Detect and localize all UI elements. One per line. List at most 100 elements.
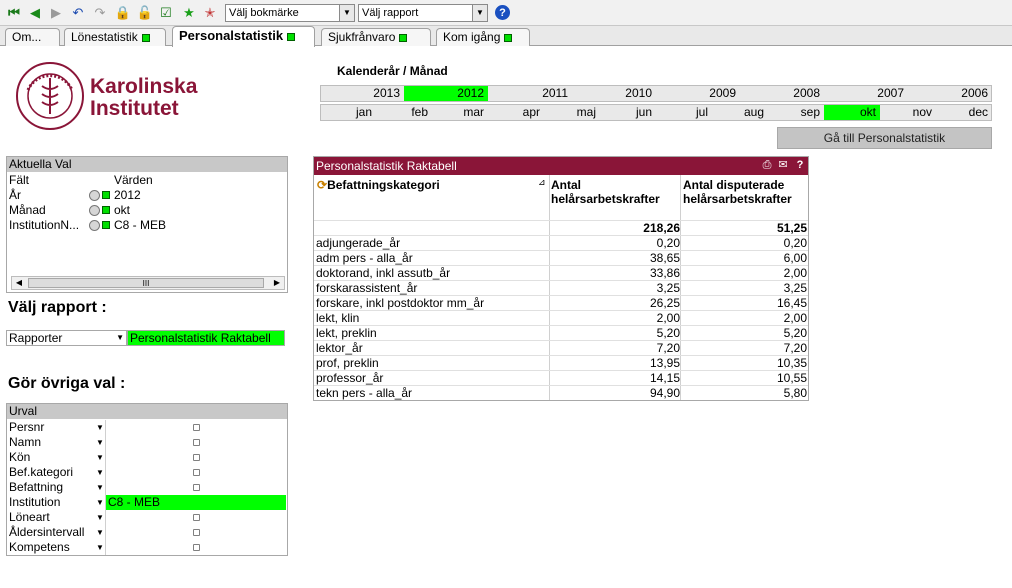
- month-cell[interactable]: maj: [544, 105, 600, 120]
- clear-selection-icon[interactable]: [89, 220, 100, 231]
- tab-sjukfranvaro[interactable]: Sjukfrånvaro: [321, 28, 431, 46]
- dropdown-arrow-icon[interactable]: ▼: [96, 465, 104, 480]
- month-cell[interactable]: mar: [432, 105, 488, 120]
- redo-icon[interactable]: ↷: [92, 5, 108, 21]
- undo-icon[interactable]: ↶: [70, 5, 86, 21]
- dropdown-arrow-icon[interactable]: ▼: [96, 450, 104, 465]
- filter-checkbox[interactable]: [193, 424, 200, 431]
- dropdown-arrow-icon[interactable]: ▼: [96, 495, 104, 510]
- year-cell[interactable]: 2009: [656, 86, 740, 101]
- clear-selection-icon[interactable]: [89, 205, 100, 216]
- dropdown-arrow-icon[interactable]: ▼: [96, 420, 104, 435]
- tab-om[interactable]: Om...: [5, 28, 60, 46]
- filter-checkbox[interactable]: [193, 514, 200, 521]
- filter-row[interactable]: Löneart ▼: [7, 510, 287, 525]
- col-befattningskategori-header[interactable]: ⟳Befattningskategori: [317, 178, 440, 192]
- tab-personalstatistik[interactable]: Personalstatistik: [172, 26, 315, 47]
- year-cell[interactable]: 2007: [824, 86, 908, 101]
- tab-kom-igang[interactable]: Kom igång: [436, 28, 530, 46]
- first-page-icon[interactable]: ⏮: [6, 5, 22, 21]
- goto-personalstatistik-button[interactable]: Gå till Personalstatistik: [777, 127, 992, 149]
- month-cell[interactable]: okt: [824, 105, 880, 120]
- year-cell[interactable]: 2006: [908, 86, 992, 101]
- unlock-icon[interactable]: 🔓: [137, 5, 153, 21]
- table-row[interactable]: lektor_år 7,20 7,20: [314, 340, 808, 355]
- month-cell[interactable]: nov: [880, 105, 936, 120]
- year-cell[interactable]: 2013: [320, 86, 404, 101]
- sort-icon[interactable]: ⊿: [538, 177, 546, 188]
- cycle-icon[interactable]: ⟳: [317, 178, 327, 192]
- lock-icon[interactable]: 🔒: [115, 5, 131, 21]
- help-icon[interactable]: ?: [495, 5, 510, 20]
- horizontal-scrollbar[interactable]: ◀ III ▶: [11, 276, 285, 290]
- month-cell[interactable]: sep: [768, 105, 824, 120]
- table-row[interactable]: professor_år 14,15 10,55: [314, 370, 808, 385]
- filter-label: Kompetens: [9, 540, 70, 554]
- month-cell[interactable]: jun: [600, 105, 656, 120]
- month-cell[interactable]: jul: [656, 105, 712, 120]
- year-cell[interactable]: 2011: [488, 86, 572, 101]
- table-row[interactable]: lekt, preklin 5,20 5,20: [314, 325, 808, 340]
- col-antal-disputerade-header[interactable]: Antal disputerade helårsarbetskrafter: [683, 178, 792, 206]
- month-cell[interactable]: jan: [320, 105, 376, 120]
- selected-report-value[interactable]: Personalstatistik Raktabell: [127, 330, 285, 346]
- table-row[interactable]: doktorand, inkl assutb_år 33,86 2,00: [314, 265, 808, 280]
- print-icon[interactable]: ⎙: [760, 159, 774, 172]
- month-cell[interactable]: dec: [936, 105, 992, 120]
- table-row[interactable]: prof, preklin 13,95 10,35: [314, 355, 808, 370]
- clear-selection-icon[interactable]: [89, 190, 100, 201]
- filter-checkbox[interactable]: [193, 469, 200, 476]
- filter-value[interactable]: C8 - MEB: [106, 495, 286, 510]
- col-antal-header[interactable]: Antal helårsarbetskrafter: [551, 178, 660, 206]
- table-row[interactable]: forskare, inkl postdoktor mm_år 26,25 16,4…: [314, 295, 808, 310]
- filter-row[interactable]: Bef.kategori ▼: [7, 465, 287, 480]
- excel-export-icon[interactable]: ✉: [776, 159, 790, 172]
- year-cell[interactable]: 2012: [404, 86, 488, 101]
- scroll-left-icon[interactable]: ◀: [12, 277, 26, 289]
- month-cell[interactable]: apr: [488, 105, 544, 120]
- filter-row[interactable]: Åldersintervall ▼: [7, 525, 287, 540]
- filter-checkbox[interactable]: [193, 529, 200, 536]
- filter-checkbox[interactable]: [193, 544, 200, 551]
- scroll-thumb[interactable]: III: [28, 278, 264, 288]
- tab-lonestatistik[interactable]: Lönestatistik: [64, 28, 166, 46]
- help-icon[interactable]: ?: [793, 159, 807, 172]
- dropdown-arrow-icon[interactable]: ▼: [96, 435, 104, 450]
- table-row[interactable]: adjungerade_år 0,20 0,20: [314, 235, 808, 250]
- filter-checkbox[interactable]: [193, 484, 200, 491]
- forward-icon[interactable]: ▶: [48, 5, 64, 21]
- row-value: 2,00: [783, 311, 807, 325]
- selection-row[interactable]: InstitutionN... C8 - MEB: [9, 218, 287, 233]
- month-cell[interactable]: feb: [376, 105, 432, 120]
- filter-row[interactable]: Befattning ▼: [7, 480, 287, 495]
- filter-row[interactable]: Namn ▼: [7, 435, 287, 450]
- year-cell[interactable]: 2010: [572, 86, 656, 101]
- table-row[interactable]: forskarassistent_år 3,25 3,25: [314, 280, 808, 295]
- dropdown-arrow-icon[interactable]: ▼: [96, 540, 104, 555]
- bookmark-select[interactable]: Välj bokmärke ▼: [225, 4, 355, 22]
- selection-row[interactable]: År 2012: [9, 188, 287, 203]
- selection-row[interactable]: Månad okt: [9, 203, 287, 218]
- remove-bookmark-icon[interactable]: ✭: [202, 5, 218, 21]
- table-row[interactable]: lekt, klin 2,00 2,00: [314, 310, 808, 325]
- year-cell[interactable]: 2008: [740, 86, 824, 101]
- filter-row[interactable]: Kön ▼: [7, 450, 287, 465]
- add-bookmark-icon[interactable]: ★: [181, 5, 197, 21]
- filter-row[interactable]: Persnr ▼: [7, 420, 287, 435]
- filter-checkbox[interactable]: [193, 454, 200, 461]
- scroll-right-icon[interactable]: ▶: [270, 277, 284, 289]
- dropdown-arrow-icon[interactable]: ▼: [96, 525, 104, 540]
- table-row[interactable]: adm pers - alla_år 38,65 6,00: [314, 250, 808, 265]
- selection-field: InstitutionN...: [9, 218, 80, 232]
- filter-row[interactable]: Kompetens ▼: [7, 540, 287, 555]
- month-cell[interactable]: aug: [712, 105, 768, 120]
- report-select[interactable]: Välj rapport ▼: [358, 4, 488, 22]
- report-type-select[interactable]: Rapporter ▼: [6, 330, 127, 346]
- checklist-icon[interactable]: ☑: [158, 5, 174, 21]
- back-icon[interactable]: ◀: [27, 5, 43, 21]
- filter-row[interactable]: Institution ▼ C8 - MEB: [7, 495, 287, 510]
- table-row[interactable]: tekn pers - alla_år 94,90 5,80: [314, 385, 808, 400]
- dropdown-arrow-icon[interactable]: ▼: [96, 510, 104, 525]
- dropdown-arrow-icon[interactable]: ▼: [96, 480, 104, 495]
- filter-checkbox[interactable]: [193, 439, 200, 446]
